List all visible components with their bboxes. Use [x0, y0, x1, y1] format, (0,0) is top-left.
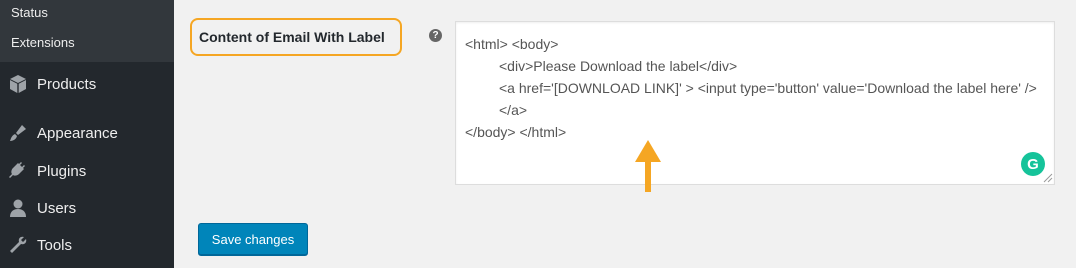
save-button-label: Save changes — [211, 231, 295, 247]
help-icon[interactable]: ? — [429, 29, 442, 42]
admin-sidebar: Status Extensions Products Appearance Pl… — [0, 0, 174, 268]
sidebar-item-users[interactable]: Users — [0, 193, 174, 223]
field-label: Content of Email With Label — [190, 18, 402, 56]
sidebar-subitem-extensions[interactable]: Extensions — [11, 35, 75, 50]
annotation-arrow-icon — [635, 140, 661, 192]
help-glyph: ? — [432, 30, 439, 41]
sidebar-item-label: Plugins — [37, 162, 87, 180]
grammarly-glyph: G — [1027, 155, 1039, 173]
sidebar-item-label: Tools — [37, 236, 73, 254]
sidebar-item-label: Appearance — [37, 124, 118, 142]
sidebar-item-plugins[interactable]: Plugins — [0, 156, 174, 186]
sidebar-item-products[interactable]: Products — [0, 69, 174, 99]
sidebar-submenu: Status Extensions — [0, 0, 174, 62]
users-icon — [8, 198, 28, 218]
sidebar-item-label: Products — [37, 75, 97, 93]
sidebar-subitem-status[interactable]: Status — [11, 5, 48, 20]
sidebar-item-appearance[interactable]: Appearance — [0, 118, 174, 148]
sidebar-item-tools[interactable]: Tools — [0, 230, 174, 260]
resize-handle-icon[interactable] — [1042, 172, 1053, 183]
code-line: <html> <body> — [465, 36, 559, 52]
plugins-icon — [8, 161, 28, 181]
code-line: <div>Please Download the label</div> — [499, 58, 738, 74]
field-label-text: Content of Email With Label — [199, 29, 385, 45]
code-line: </body> </html> — [465, 124, 567, 140]
sidebar-item-label: Users — [37, 199, 77, 217]
save-changes-button[interactable]: Save changes — [198, 223, 308, 255]
tools-icon — [8, 235, 28, 255]
email-content-textarea[interactable]: <html> <body> <div>Please Download the l… — [455, 21, 1055, 185]
products-icon — [8, 74, 28, 94]
code-line: <a href='[DOWNLOAD LINK]' > <input type=… — [499, 80, 1041, 118]
appearance-icon — [8, 123, 28, 143]
